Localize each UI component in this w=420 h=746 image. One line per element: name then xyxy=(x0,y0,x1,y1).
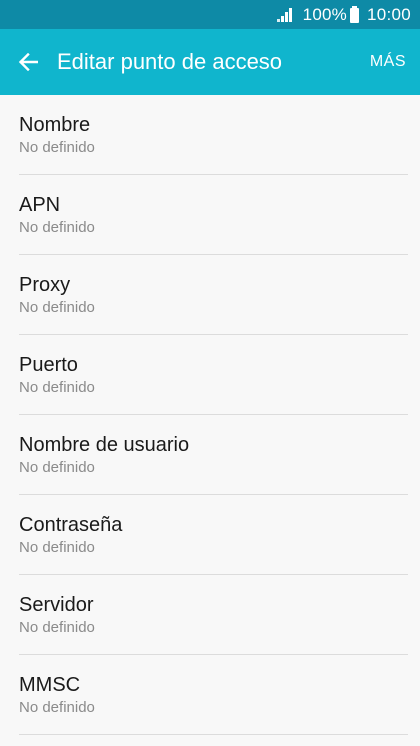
setting-item-servidor[interactable]: Servidor No definido xyxy=(0,575,420,655)
setting-summary: No definido xyxy=(19,459,95,476)
setting-title: MMSC xyxy=(19,674,81,696)
setting-title: Nombre de usuario xyxy=(19,434,190,456)
setting-summary: No definido xyxy=(19,619,95,636)
page-title: Editar punto de acceso xyxy=(57,49,283,74)
setting-title: Contraseña xyxy=(19,514,123,536)
setting-title: Nombre xyxy=(19,114,91,136)
battery-icon xyxy=(349,5,359,23)
setting-summary: No definido xyxy=(19,299,95,316)
clock: 10:00 xyxy=(366,4,411,24)
setting-title: Puerto xyxy=(19,354,78,376)
setting-title: Proxy xyxy=(19,274,71,296)
setting-item-puerto[interactable]: Puerto No definido xyxy=(0,335,420,415)
app-bar: Editar punto de acceso MÁS xyxy=(0,29,420,95)
battery-percent: 100% xyxy=(302,4,347,24)
settings-list: Nombre No definido APN No definido Proxy… xyxy=(0,95,420,735)
back-button[interactable] xyxy=(0,29,56,95)
setting-summary: No definido xyxy=(19,699,95,716)
setting-item-apn[interactable]: APN No definido xyxy=(0,175,420,255)
setting-title: APN xyxy=(19,194,61,216)
setting-item-mmsc[interactable]: MMSC No definido xyxy=(0,655,420,735)
status-bar: 100% 10:00 xyxy=(0,0,420,29)
setting-summary: No definido xyxy=(19,379,95,396)
signal-icon xyxy=(276,7,292,22)
more-button[interactable]: MÁS xyxy=(360,29,420,95)
setting-item-contrasena[interactable]: Contraseña No definido xyxy=(0,495,420,575)
setting-summary: No definido xyxy=(19,139,95,156)
setting-title: Servidor xyxy=(19,594,94,616)
setting-item-nombre-de-usuario[interactable]: Nombre de usuario No definido xyxy=(0,415,420,495)
back-arrow-icon xyxy=(18,53,38,71)
setting-summary: No definido xyxy=(19,539,95,556)
setting-item-proxy[interactable]: Proxy No definido xyxy=(0,255,420,335)
setting-item-nombre[interactable]: Nombre No definido xyxy=(0,95,420,175)
setting-summary: No definido xyxy=(19,219,95,236)
